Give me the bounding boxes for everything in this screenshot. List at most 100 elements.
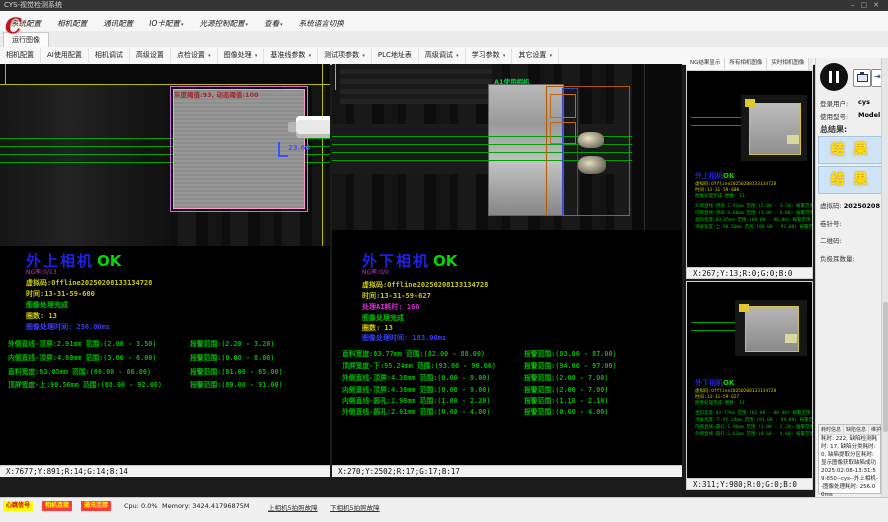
toolbar-advanced-settings[interactable]: 高级设置 <box>130 48 171 63</box>
thumb-measure-row: 顶屏宽度-下:95.24mm 范围:(93.00 - 98.00) 报警范围:(… <box>695 417 813 423</box>
window-title: CYS-视觉检测系统 <box>0 1 62 9</box>
measure-row: 外侧直线-顶屏:2.91mm 范围:(2.00 - 3.50) <box>8 338 157 348</box>
chevron-down-icon: ▾ <box>181 22 184 28</box>
probe-object <box>296 116 330 138</box>
log-tab-timing[interactable]: 耗时信息 <box>819 425 844 434</box>
ng-rate-text: NG率:0/0 <box>362 267 389 276</box>
alarm-range: 报警范围:(89.00 - 91.00) <box>190 379 283 389</box>
alarm-range: 报警范围:(0.00 - 8.00) <box>190 352 274 362</box>
info-line: 图像处理时间: 256.00ms <box>26 322 110 332</box>
memory-usage-text: Memory: 3424.41796875M <box>162 502 250 510</box>
result-box-bottom: 结 果 <box>818 166 882 194</box>
thumb-result-title: 外上相机OK <box>695 171 734 181</box>
camera-icon <box>857 74 868 82</box>
thumb-tab-all-cameras[interactable]: 所有相机图像 <box>725 58 767 70</box>
info-line: 时间:13-31-59-627 <box>362 291 431 301</box>
toolbar-camera-config[interactable]: 相机配置 <box>0 48 41 63</box>
app-window: CYS-视觉检测系统 –▢✕ C 系统配置 相机配置 通讯配置 IO卡配置▾ 光… <box>0 0 888 522</box>
thumb-measure-row: 内侧直线-顶屏:4.60mm 范围:(3.00 - 6.00) 报警范围:(0.… <box>695 210 813 216</box>
thumb-tab-live[interactable]: 实时相机图像 <box>767 58 809 70</box>
left-camera-canvas[interactable]: 灰度阈值:93, 动态阈值:100 23.66 <box>0 64 330 246</box>
minimize-button[interactable]: – <box>851 1 861 9</box>
thumb-measure-row: 直料宽度:83.05mm 范围:(80.00 - 86.00) 报警范围:(81… <box>695 217 813 223</box>
thumb-bottom-cursor-coords: X:311;Y:980;R:0;G:0;B:0 <box>687 478 812 490</box>
thumb-tab-ng[interactable]: NG结果显示 <box>686 58 725 70</box>
alarm-range: 报警范围:(81.00 - 85.00) <box>190 366 283 376</box>
maximize-button[interactable]: ▢ <box>861 1 874 9</box>
log-box: 耗时信息 缺陷信息 维护信息 耗时: 222, 缺陷检测耗时: 17, 缺陷分类… <box>818 424 881 494</box>
toolbar-ai-config[interactable]: AI使用配置 <box>41 48 89 63</box>
alarm-range: 报警范围:(2.00 - 7.00) <box>524 384 608 394</box>
pause-icon <box>829 71 832 83</box>
thumb-top-cursor-coords: X:267;Y:13;R:0;G:0;B:0 <box>687 267 812 279</box>
toolbar-advanced-debug[interactable]: 高级调试 ▾ <box>419 48 466 64</box>
thumb-measure-row: 顶屏宽度-上:90.56mm 范围:(88.00 - 92.00) 报警范围:(… <box>695 224 813 230</box>
chevron-down-icon: ▾ <box>362 53 365 59</box>
camera-connect-badge: 相机连接 <box>42 501 72 511</box>
scrollbar-thumb[interactable] <box>883 302 888 432</box>
measure-row: 顶屏宽度-下:95.24mm 范围:(93.00 - 98.00) <box>342 360 496 370</box>
thumbnail-view-bottom[interactable]: 外下相机OK 虚拟码:Offline20250208133134728 时间:1… <box>686 281 813 490</box>
thumb-part-image <box>741 95 807 161</box>
info-line: 圈数: 13 <box>362 323 393 333</box>
thumb-part-image <box>735 300 807 356</box>
status-bar: 心跳信号 相机连接 通讯连接 Cpu: 0.0% Memory: 3424.41… <box>0 497 888 522</box>
chevron-down-icon: ▾ <box>246 22 249 28</box>
toolbar-baseline-params[interactable]: 基准线参数 ▾ <box>264 48 318 64</box>
login-user-value: cys <box>858 98 870 106</box>
thumb-measure-row: 外侧直线-顶屏:2.91mm 范围:(2.00 - 3.50) 报警范围:(2.… <box>695 203 813 209</box>
roi-orange-rectangle <box>550 122 576 144</box>
pin-number-label: 卷针号: <box>820 218 842 228</box>
log-text: 耗时: 222, 缺陷检测耗时: 17, 缺陷分类耗时: 0, 缺陷提取分区耗时… <box>819 435 880 501</box>
toolbar-other-settings[interactable]: 其它设置 ▾ <box>512 48 559 64</box>
info-line: 圈数: 13 <box>26 311 57 321</box>
chevron-down-icon: ▾ <box>255 53 258 59</box>
measure-row: 直料宽度:83.77mm 范围:(82.00 - 88.00) <box>342 348 485 358</box>
result-box-top: 结 果 <box>818 136 882 164</box>
panel-scrollbar[interactable] <box>881 58 888 497</box>
negative-tab-count-label: 负极耳数量: <box>820 253 855 263</box>
camera-icon <box>860 72 864 74</box>
left-camera-view: 灰度阈值:93, 动态阈值:100 23.66 外上相机OK NG率:0/13 … <box>0 64 330 477</box>
virtual-code-label: 虚拟码: 20250208 <box>820 200 880 210</box>
alarm-range: 报警范围:(94.00 - 97.00) <box>524 360 617 370</box>
title-bar: CYS-视觉检测系统 –▢✕ <box>0 0 888 11</box>
right-camera-canvas[interactable]: A1使用相机 <box>332 64 682 230</box>
info-line: 图像处理完成 <box>26 300 68 310</box>
thumb-result-title: 外下相机OK <box>695 378 734 388</box>
pause-icon <box>836 71 839 83</box>
toolbar-spot-check[interactable]: 点检设置 ▾ <box>171 48 218 64</box>
thumb-info-line: 图像处理完成 圈数: 13 <box>695 193 745 199</box>
chevron-down-icon: ▾ <box>309 53 312 59</box>
toolbar-learning-params[interactable]: 学习参数 ▾ <box>466 48 513 64</box>
overlay-yellow-hline <box>0 84 330 85</box>
toolbar-image-processing[interactable]: 图像处理 ▾ <box>218 48 265 64</box>
qr-code-label: 二维码: <box>820 235 842 245</box>
left-cursor-coords: X:7677;Y:891;R:14;G:14;B:14 <box>0 465 330 477</box>
toolbar-plc-table[interactable]: PLC地址表 <box>372 48 419 63</box>
virtual-code-value: 20250208 <box>844 202 880 210</box>
alarm-range: 报警范围:(83.00 - 87.00) <box>524 348 617 358</box>
pause-button[interactable] <box>820 63 848 91</box>
thumbnail-view-top[interactable]: 外上相机OK 虚拟码:Offline20250208133134728 时间:1… <box>686 70 813 279</box>
total-result-label: 总结果: <box>820 124 847 135</box>
control-panel: ⇥ 登录用户: cys 使用型号: Model1 总结果: 结 果 结 果 虚拟… <box>815 58 888 497</box>
chevron-down-icon: ▾ <box>456 53 459 59</box>
upper-camera-fault-text: 上相机5拍照故障 <box>268 502 318 512</box>
toolbar-test-params[interactable]: 测试项参数 ▾ <box>318 48 372 64</box>
camera-capture-button[interactable] <box>853 69 871 87</box>
app-logo-icon: C <box>5 13 22 39</box>
log-tab-defect[interactable]: 缺陷信息 <box>844 425 869 434</box>
measure-row: 内侧直线-圆孔:1.90mm 范围:(1.00 - 2.20) <box>342 395 491 405</box>
info-line: 图像处理完成 <box>362 313 404 323</box>
toolbar-camera-debug[interactable]: 相机调试 <box>89 48 130 63</box>
model-label: 使用型号: <box>820 111 848 121</box>
ng-rate-text: NG率:0/13 <box>26 267 57 276</box>
info-line: 虚拟码:Offline20250208133134728 <box>362 280 488 290</box>
info-line: 时间:13-31-59-600 <box>26 289 95 299</box>
metal-tab <box>578 156 606 174</box>
lower-camera-fault-text: 下相机5拍照故障 <box>330 502 380 512</box>
close-button[interactable]: ✕ <box>873 1 885 9</box>
metal-tab <box>578 132 604 148</box>
chevron-down-icon: ▾ <box>550 53 553 59</box>
